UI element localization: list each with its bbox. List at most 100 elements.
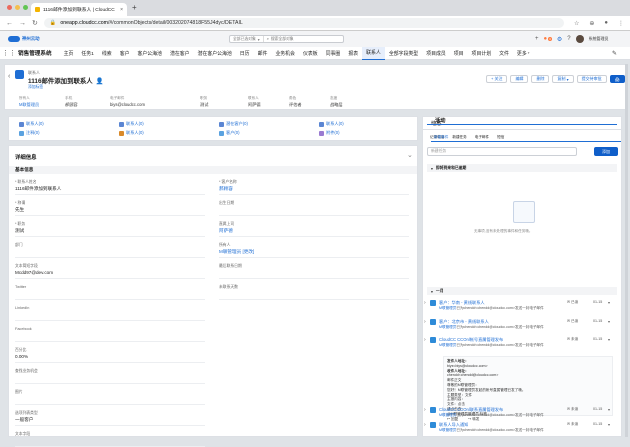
activity-subtab[interactable]: 新建事件 <box>431 134 621 142</box>
url-field[interactable]: 🔒 oneapp.cloudcc.com/#/commonObjects/det… <box>43 18 564 28</box>
nav-item-12[interactable]: 报表 <box>344 47 362 60</box>
cloud-logo-icon <box>8 36 20 42</box>
nav-item-13[interactable]: 联系人 <box>362 46 385 60</box>
brand-logo[interactable]: 神州云动 <box>8 36 40 42</box>
extensions-icon[interactable]: ⊕ <box>589 20 594 27</box>
related-list-link[interactable]: 客户(0) <box>219 130 240 136</box>
nav-item-14[interactable]: 全部字段类型 <box>385 47 422 60</box>
item-menu-icon[interactable]: ▾ <box>608 300 610 305</box>
reload-icon[interactable]: ↻ <box>32 19 38 27</box>
delete-button[interactable]: 删除 <box>531 75 550 83</box>
forward-arrow-icon[interactable]: → <box>19 20 26 27</box>
follow-button[interactable]: + 关注 <box>486 75 508 83</box>
add-task-button[interactable]: 添加 <box>594 147 618 156</box>
nav-item-15[interactable]: 项目成员 <box>422 47 450 60</box>
profile-icon[interactable]: ● <box>604 20 608 26</box>
nav-item-19[interactable]: 更多 ▾ <box>513 47 534 60</box>
item-menu-icon[interactable]: ▾ <box>608 319 610 324</box>
expand-chevron-icon[interactable]: › <box>424 337 426 343</box>
email-icon <box>430 422 436 428</box>
section-basic-info[interactable]: 基本信息 <box>9 166 417 174</box>
related-list-link[interactable]: 联系人(0) <box>19 121 44 127</box>
email-icon <box>430 337 436 343</box>
field-label: * 称谓 <box>15 201 26 205</box>
avatar[interactable] <box>575 35 584 43</box>
notification-count: 3 <box>548 37 552 41</box>
field-value[interactable]: M联管理员 [更改] <box>219 249 254 255</box>
close-window-dot[interactable] <box>7 5 12 10</box>
user-name[interactable]: 系统管理员 <box>589 36 609 42</box>
edit-nav-icon[interactable]: ✎ <box>612 50 617 57</box>
header-field: 职务 测试 <box>200 96 208 108</box>
back-icon[interactable]: ‹ <box>8 73 10 80</box>
menu-icon[interactable]: ⋮ <box>618 20 624 27</box>
nav-item-7[interactable]: 日历 <box>236 47 254 60</box>
search-input[interactable]: ⌕ 搜索全部对象 <box>264 37 297 42</box>
nav-item-5[interactable]: 潜在客户 <box>166 47 194 60</box>
submit-approval-button[interactable]: 提交待审批 <box>576 75 607 83</box>
new-tab-button[interactable]: + <box>132 3 137 12</box>
related-list-label: 客户(0) <box>226 130 240 135</box>
app-name: 销售管理系统 <box>18 51 52 57</box>
zoom-window-dot[interactable] <box>23 5 28 10</box>
field-divider <box>219 236 409 237</box>
nav-item-label: 文件 <box>499 51 509 57</box>
field-label: Facebook <box>15 327 32 331</box>
page-scrollbar[interactable] <box>625 64 628 437</box>
app-launcher-icon[interactable]: ⋮⋮ <box>0 49 18 57</box>
related-list-link[interactable]: 潜在客户(0) <box>219 121 248 127</box>
search-scope-select[interactable]: 全部已选对象 ▾ <box>230 36 264 42</box>
nav-item-0[interactable]: 主页 <box>60 47 78 60</box>
new-task-input[interactable]: 新建任务 <box>427 147 577 156</box>
gear-icon[interactable]: ⚙ <box>557 36 562 43</box>
related-list-link[interactable]: 联系人(0) <box>319 121 344 127</box>
add-tag-link[interactable]: 添加标签 <box>28 85 43 90</box>
nav-item-11[interactable]: 同事圈 <box>322 47 345 60</box>
star-icon[interactable]: ☆ <box>574 20 579 27</box>
overdue-section[interactable]: ▾ 即将到来和已逾期 <box>427 164 617 172</box>
related-list-link[interactable]: 联系人(0) <box>119 130 144 136</box>
expand-chevron-icon[interactable]: › <box>424 319 426 325</box>
header-field-value[interactable]: M联管理员 <box>19 102 39 108</box>
nav-item-16[interactable]: 项目 <box>450 47 468 60</box>
nav-item-17[interactable]: 项目计划 <box>468 47 496 60</box>
field-value: 一般客户 <box>15 417 34 422</box>
nav-item-18[interactable]: 文件 <box>495 47 513 60</box>
nav-item-2[interactable]: 线索 <box>98 47 116 60</box>
plus-icon[interactable]: + <box>535 36 539 42</box>
nav-item-10[interactable]: 仪表板 <box>299 47 322 60</box>
chevron-down-icon: ▾ <box>257 37 260 42</box>
print-button[interactable]: 🖨 <box>609 75 625 83</box>
back-arrow-icon[interactable]: ← <box>6 20 13 27</box>
field-value[interactable]: 阿萨德 <box>219 228 233 234</box>
expand-chevron-icon[interactable]: › <box>424 422 426 428</box>
nav-item-1[interactable]: 任务1 <box>77 47 98 60</box>
related-list-icon <box>19 121 24 127</box>
copy-button[interactable]: 复制 ▾ <box>552 75 574 83</box>
notification-icon[interactable]: ● 3 <box>544 36 552 42</box>
nav-item-9[interactable]: 业务机会 <box>271 47 299 60</box>
nav-item-6[interactable]: 潜在客户公海池 <box>194 47 236 60</box>
item-menu-icon[interactable]: ▾ <box>608 407 610 412</box>
minimize-window-dot[interactable] <box>15 5 20 10</box>
item-menu-icon[interactable]: ▾ <box>608 422 610 427</box>
field-value[interactable]: 郝顾容 <box>219 186 233 192</box>
expand-chevron-icon[interactable]: › <box>424 300 426 306</box>
tab-activity[interactable]: 活动 <box>427 117 617 125</box>
browser-tab[interactable]: 1116邮件添加到联系人 | CloudCC × <box>31 3 127 16</box>
expand-chevron-icon[interactable]: › <box>424 407 426 413</box>
nav-item-label: 邮件 <box>257 51 268 57</box>
collapse-chevron-icon[interactable]: ⌄ <box>407 151 413 159</box>
related-list-link[interactable]: 联系人(0) <box>119 121 144 127</box>
nav-item-8[interactable]: 邮件 <box>254 47 272 60</box>
nav-item-3[interactable]: 客户 <box>116 47 134 60</box>
related-list-link[interactable]: 注释(0) <box>19 130 40 136</box>
nav-item-4[interactable]: 客户公海池 <box>133 47 165 60</box>
tab-close-icon[interactable]: × <box>120 7 123 13</box>
related-list-link[interactable]: 附件(0) <box>319 130 340 136</box>
month-section[interactable]: ▾ 一月 <box>427 287 617 295</box>
help-icon[interactable]: ? <box>567 36 570 42</box>
item-menu-icon[interactable]: ▾ <box>608 337 610 342</box>
edit-button[interactable]: 编辑 <box>510 75 529 83</box>
field-value: 先生 <box>15 207 25 212</box>
